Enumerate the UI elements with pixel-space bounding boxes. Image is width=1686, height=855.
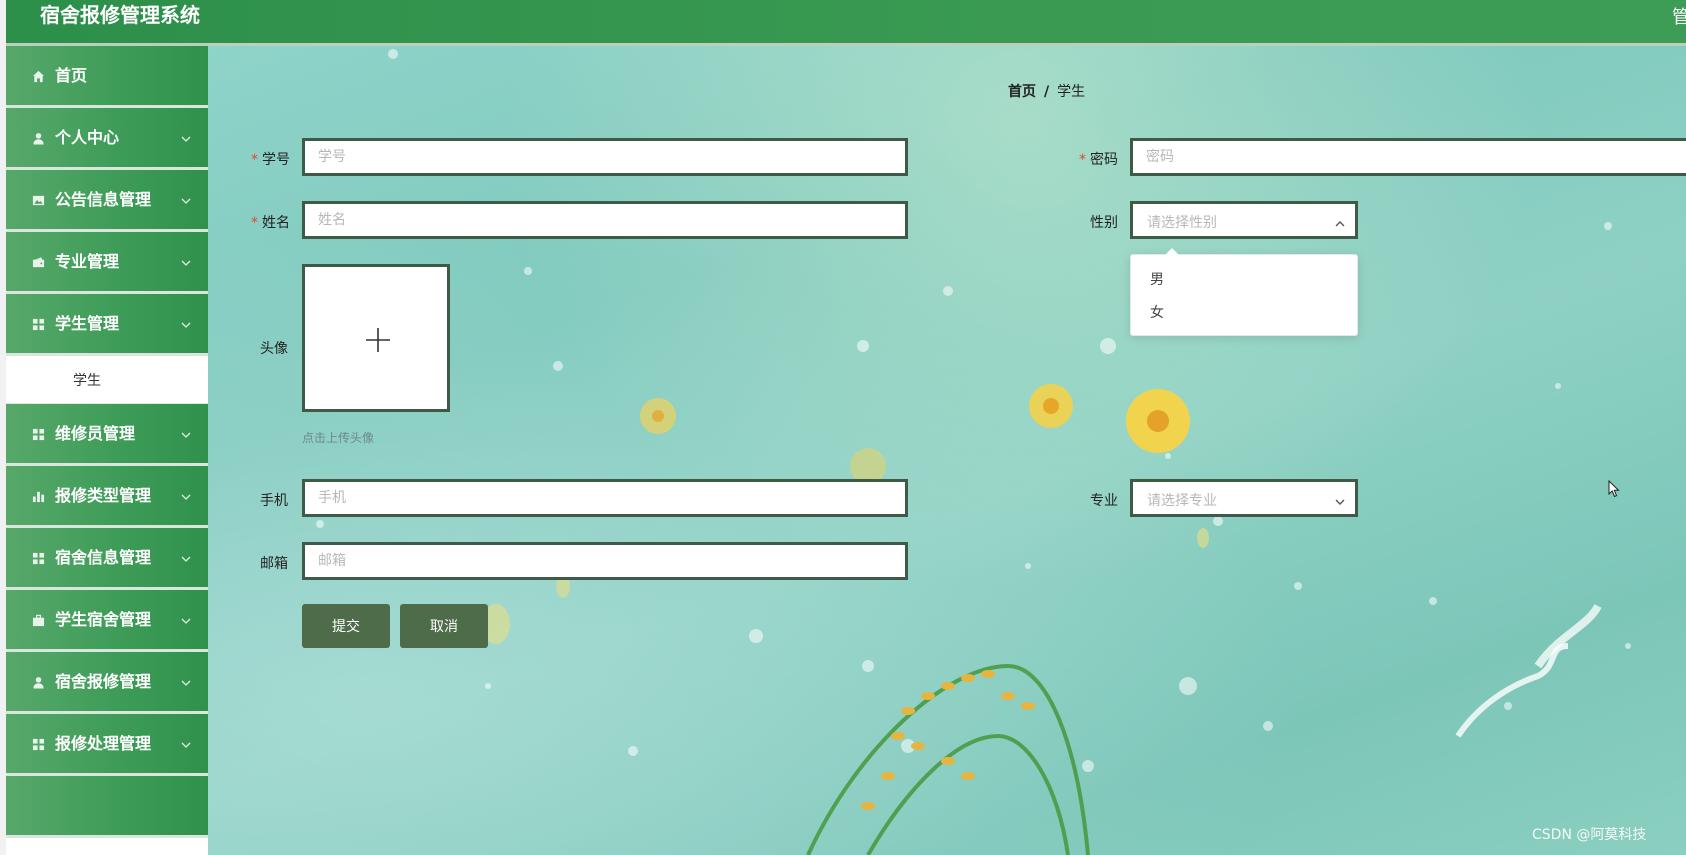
chevron-down-icon [180, 612, 194, 626]
user-menu[interactable]: 管 [1672, 3, 1686, 29]
app-root: 宿舍报修管理系统 管 首页 个人中心 公告信息管理 专业管理 学生管理 学生 维… [0, 0, 1686, 855]
gender-select-placeholder: 请选择性别 [1147, 215, 1217, 231]
user-icon [31, 131, 45, 145]
breadcrumb: 首页 / 学生 [1008, 81, 1085, 101]
name-label: * 姓名 [251, 215, 290, 231]
sidebar-item-repair-handling-management[interactable]: 报修处理管理 [6, 714, 208, 776]
major-select[interactable]: 请选择专业 [1130, 479, 1358, 517]
chevron-down-icon [180, 192, 194, 206]
app-title: 宿舍报修管理系统 [40, 3, 200, 27]
chevron-down-icon [180, 130, 194, 144]
submit-button[interactable]: 提交 [302, 604, 390, 648]
email-input[interactable] [302, 542, 908, 580]
main-content: 首页 / 学生 *学号 *密码 *姓名 性别 请选择性别 男 女 头像 [208, 46, 1686, 855]
sidebar-item-dorm-info-management[interactable]: 宿舍信息管理 [6, 528, 208, 590]
phone-input[interactable] [302, 479, 908, 517]
sidebar-item-label: 专业管理 [55, 252, 120, 271]
sidebar-item-label: 个人中心 [55, 128, 120, 147]
grid-icon [31, 427, 45, 441]
chevron-down-icon [180, 488, 194, 502]
picture-icon [31, 193, 45, 207]
gender-option-male[interactable]: 男 [1131, 263, 1357, 295]
gender-dropdown: 男 女 [1130, 248, 1358, 336]
wallet-icon [31, 255, 45, 269]
name-input[interactable] [302, 201, 908, 239]
chevron-down-icon [180, 550, 194, 564]
grid-icon [31, 551, 45, 565]
sidebar-item-student-dorm-management[interactable]: 学生宿舍管理 [6, 590, 208, 652]
sidebar-item-label: 公告信息管理 [55, 190, 152, 209]
briefcase-icon [31, 613, 45, 627]
gender-select[interactable]: 请选择性别 [1130, 201, 1358, 239]
sidebar-item-label: 宿舍报修管理 [55, 672, 152, 691]
chevron-down-icon [180, 674, 194, 688]
sidebar-subitem-label: 学生 [73, 373, 101, 389]
sidebar-item-dorm-repair-management[interactable]: 宿舍报修管理 [6, 652, 208, 714]
avatar-label: 头像 [260, 341, 288, 357]
student-id-label: * 学号 [251, 152, 290, 168]
dropdown-caret [1165, 248, 1179, 255]
chevron-down-icon [1334, 493, 1346, 505]
password-label: * 密码 [1079, 152, 1118, 168]
grid-icon [31, 737, 45, 751]
student-id-input[interactable] [302, 138, 908, 176]
breadcrumb-home-link[interactable]: 首页 [1008, 84, 1036, 100]
phone-label: 手机 [260, 493, 288, 509]
plus-icon [365, 327, 391, 353]
avatar-upload-tip: 点击上传头像 [302, 431, 375, 445]
sidebar-item-label: 首页 [55, 66, 88, 85]
sidebar-item-repair-type-management[interactable]: 报修类型管理 [6, 466, 208, 528]
grid-icon [31, 317, 45, 331]
sidebar-item-major-management[interactable]: 专业管理 [6, 232, 208, 294]
password-input[interactable] [1130, 138, 1686, 176]
user-icon [31, 675, 45, 689]
avatar-upload[interactable] [302, 264, 450, 412]
sidebar-subitem-student[interactable]: 学生 [6, 356, 208, 404]
sidebar-item-repairman-management[interactable]: 维修员管理 [6, 404, 208, 466]
sidebar-item-more[interactable] [6, 776, 208, 838]
sidebar-item-student-management[interactable]: 学生管理 [6, 294, 208, 356]
gender-label: 性别 [1090, 215, 1118, 231]
sidebar-item-label: 报修类型管理 [55, 486, 152, 505]
bar-chart-icon [31, 489, 45, 503]
sidebar-item-label: 维修员管理 [55, 424, 136, 443]
chevron-down-icon [180, 426, 194, 440]
chevron-down-icon [180, 316, 194, 330]
sidebar-item-label: 宿舍信息管理 [55, 548, 152, 567]
cancel-button[interactable]: 取消 [400, 604, 488, 648]
sidebar-item-personal-center[interactable]: 个人中心 [6, 108, 208, 170]
sidebar-item-label: 报修处理管理 [55, 734, 152, 753]
sidebar-item-notice-management[interactable]: 公告信息管理 [6, 170, 208, 232]
sidebar-item-label: 学生宿舍管理 [55, 610, 152, 629]
chevron-down-icon [180, 736, 194, 750]
mouse-cursor-icon [1608, 480, 1620, 498]
breadcrumb-current: 学生 [1057, 84, 1086, 100]
gender-option-female[interactable]: 女 [1131, 296, 1357, 328]
sidebar-item-home[interactable]: 首页 [6, 46, 208, 108]
major-select-placeholder: 请选择专业 [1147, 493, 1217, 509]
home-icon [31, 69, 45, 83]
major-label: 专业 [1090, 493, 1118, 509]
sidebar-item-label: 学生管理 [55, 314, 120, 333]
email-label: 邮箱 [260, 556, 288, 572]
chevron-up-icon [1334, 215, 1346, 227]
top-header: 宿舍报修管理系统 管 [6, 0, 1686, 46]
breadcrumb-separator: / [1044, 84, 1050, 100]
sidebar: 首页 个人中心 公告信息管理 专业管理 学生管理 学生 维修员管理 报修类型管理… [6, 46, 208, 855]
chevron-down-icon [180, 254, 194, 268]
watermark: CSDN @阿莫科技 [1532, 827, 1647, 843]
